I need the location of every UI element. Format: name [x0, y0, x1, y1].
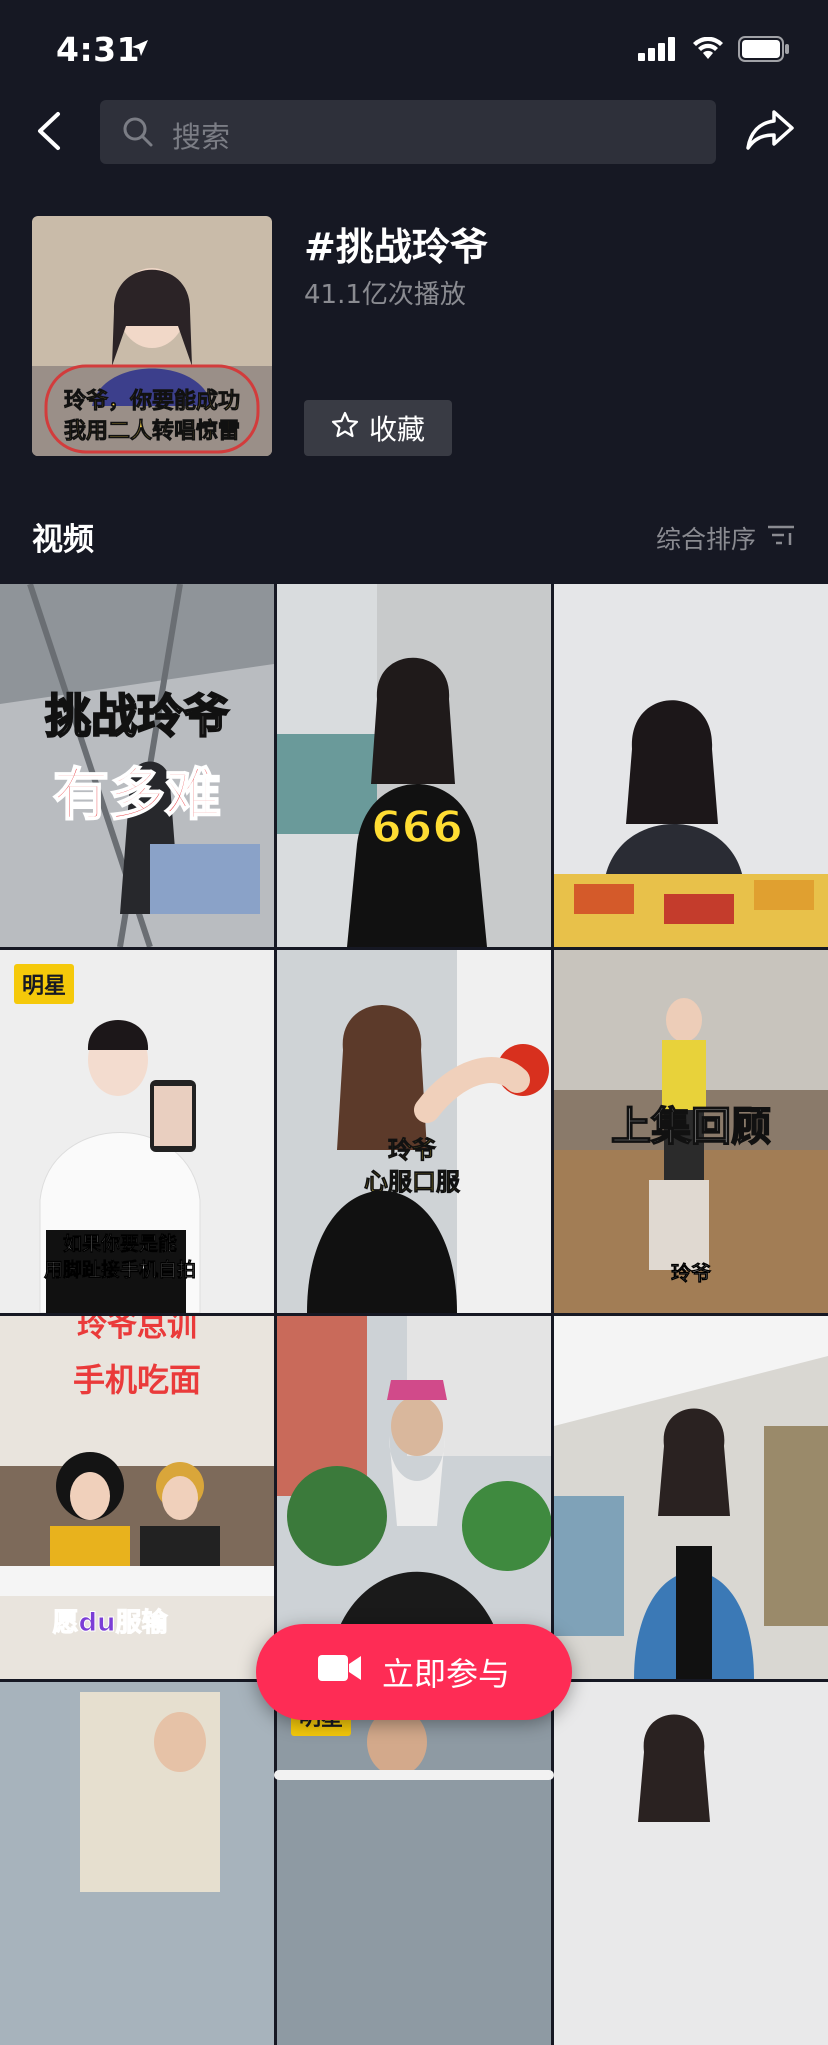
video-tile[interactable]: 明星 [277, 1682, 551, 2045]
cover-caption-1: 玲爷，你要能成功 [64, 388, 240, 414]
videos-section-title: 视频 [32, 522, 94, 558]
search-icon [122, 116, 154, 152]
tile-caption: 玲爷总训 [77, 1316, 197, 1344]
location-arrow-icon [130, 38, 150, 62]
status-time: 4:31 [56, 30, 141, 69]
signal-icon [638, 37, 678, 65]
video-tile[interactable] [554, 584, 828, 947]
camera-icon [317, 1653, 362, 1691]
tile-caption-2: 手机吃面 [73, 1361, 201, 1399]
join-challenge-button[interactable]: 立即参与 [256, 1624, 572, 1720]
tile-caption-2: 心服口服 [364, 1168, 461, 1196]
sort-label: 综合排序 [655, 525, 756, 554]
star-icon [331, 411, 359, 446]
tile-caption: 挑战玲爷 [45, 689, 229, 743]
tile-caption-2: 玲爷 [671, 1261, 712, 1285]
video-tile[interactable]: 玲爷总训 手机吃面 愿du服输 [0, 1316, 274, 1679]
challenge-title: #挑战玲爷 [304, 225, 488, 269]
cover-caption-2: 我用二人转唱惊雷 [64, 418, 240, 444]
video-tile[interactable] [0, 1682, 274, 2045]
video-tile[interactable]: 上集回顾 玲爷 [554, 950, 828, 1313]
top-nav: 搜索 [0, 98, 828, 164]
tile-caption-3: 愿du服输 [52, 1607, 168, 1638]
video-tile[interactable]: 玲爷 心服口服 [277, 950, 551, 1313]
sort-button[interactable]: 综合排序 [656, 520, 796, 556]
home-indicator[interactable] [274, 1770, 554, 1780]
tile-caption-2: 有多难 [53, 763, 221, 828]
wifi-icon [692, 36, 724, 65]
search-input[interactable]: 搜索 [100, 100, 716, 164]
tile-caption: 玲爷 [388, 1136, 437, 1164]
tile-caption-2: 用脚趾接手机自拍 [44, 1258, 196, 1281]
video-tile[interactable] [554, 1316, 828, 1679]
video-tile[interactable]: 如果你要是能 用脚趾接手机自拍 明星 [0, 950, 274, 1313]
video-tile[interactable] [554, 1682, 828, 2045]
tile-caption: 上集回顾 [611, 1104, 771, 1150]
tile-caption: 如果你要是能 [63, 1232, 177, 1255]
video-tile[interactable]: 挑战玲爷 有多难 [0, 584, 274, 947]
tile-caption: 666 [371, 802, 463, 853]
share-icon [744, 110, 796, 156]
join-label: 立即参与 [381, 1655, 510, 1693]
favorite-label: 收藏 [368, 413, 425, 446]
back-icon [30, 112, 70, 158]
challenge-cover-image: 玲爷，你要能成功 我用二人转唱惊雷 [32, 216, 272, 456]
celebrity-badge: 明星 [14, 964, 75, 1004]
favorite-button[interactable]: 收藏 [304, 400, 452, 456]
play-count: 41.1亿次播放 [304, 280, 466, 310]
back-button[interactable] [30, 108, 70, 154]
sort-icon [766, 523, 796, 553]
battery-icon [738, 36, 790, 66]
search-placeholder: 搜索 [172, 120, 231, 154]
video-tile[interactable]: 666 [277, 584, 551, 947]
share-button[interactable] [744, 108, 796, 156]
status-bar: 4:31 [0, 0, 828, 100]
